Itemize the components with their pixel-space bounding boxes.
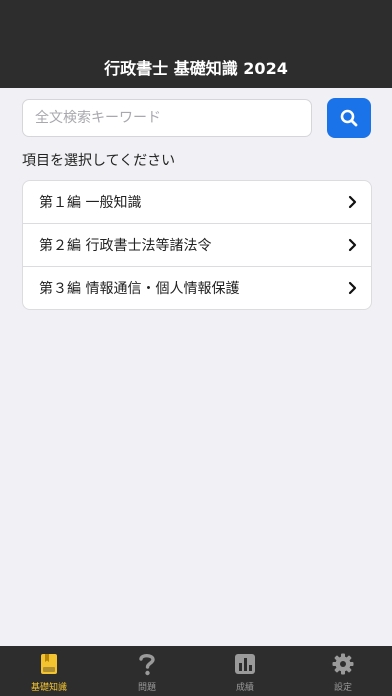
tab-label: 成績 [235, 683, 254, 693]
chevron-right-icon [348, 195, 357, 209]
question-icon [136, 653, 158, 676]
tab-scores[interactable]: 成績 [196, 646, 294, 696]
list-item-chapter-1[interactable]: 第１編 一般知識 [23, 181, 371, 223]
tab-label: 設定 [333, 683, 352, 693]
book-icon [38, 653, 60, 675]
tab-bar: 基礎知識 問題 成績 設定 [0, 646, 392, 696]
chevron-right-icon [348, 281, 357, 295]
tab-questions[interactable]: 問題 [98, 646, 196, 696]
search-icon [339, 108, 359, 128]
chevron-right-icon [348, 238, 357, 252]
tab-basics[interactable]: 基礎知識 [0, 646, 98, 696]
tab-label: 問題 [137, 683, 156, 693]
list-item-chapter-3[interactable]: 第３編 情報通信・個人情報保護 [23, 266, 371, 309]
list-item-label: 第１編 一般知識 [39, 195, 142, 211]
gear-icon [332, 653, 354, 675]
chart-icon [234, 653, 256, 675]
selection-prompt: 項目を選択してください [22, 153, 176, 169]
list-item-label: 第３編 情報通信・個人情報保護 [39, 281, 240, 297]
app-title: 行政書士 基礎知識 2024 [104, 59, 288, 78]
tab-label: 基礎知識 [30, 683, 67, 693]
search-input[interactable] [22, 99, 312, 137]
search-button[interactable] [327, 98, 371, 138]
list-item-label: 第２編 行政書士法等諸法令 [39, 238, 212, 254]
tab-settings[interactable]: 設定 [294, 646, 392, 696]
app-header: 行政書士 基礎知識 2024 [0, 0, 392, 88]
list-item-chapter-2[interactable]: 第２編 行政書士法等諸法令 [23, 223, 371, 266]
chapter-list: 第１編 一般知識 第２編 行政書士法等諸法令 第３編 情報通信・個人情報保護 [22, 180, 372, 310]
